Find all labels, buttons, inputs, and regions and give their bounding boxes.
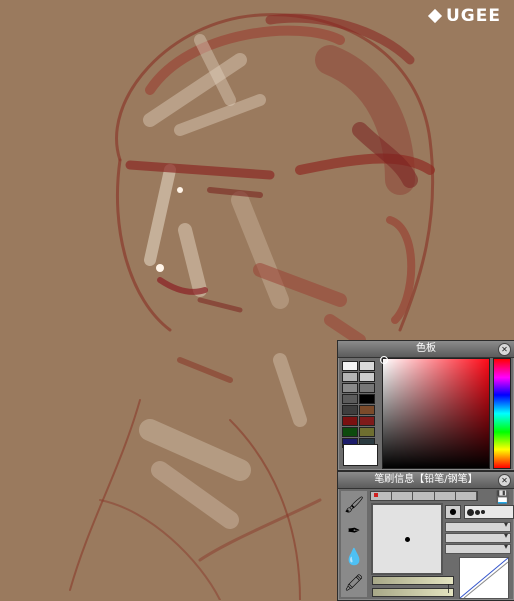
close-icon[interactable]: ✕ bbox=[498, 474, 511, 487]
current-color-swatch[interactable] bbox=[343, 444, 378, 466]
brush-panel-titlebar[interactable]: 笔刷信息【铅笔/钢笔】 ✕ bbox=[338, 472, 514, 489]
color-swatch[interactable] bbox=[342, 416, 358, 426]
color-swatch[interactable] bbox=[342, 394, 358, 404]
brush-info-panel: 笔刷信息【铅笔/钢笔】 ✕ 🖌 ✒ 💧 🖍 💾 ● bbox=[337, 471, 514, 601]
color-panel-title: 色板 bbox=[416, 343, 436, 354]
brush-tabs bbox=[370, 491, 478, 501]
close-icon[interactable]: ✕ bbox=[498, 343, 511, 356]
pressure-curve[interactable] bbox=[459, 557, 509, 599]
diamond-icon bbox=[427, 8, 443, 24]
tab-5[interactable] bbox=[456, 492, 478, 500]
marker-icon[interactable]: 🖍 bbox=[343, 571, 365, 593]
picker-marker[interactable] bbox=[380, 356, 388, 364]
tip-button[interactable]: ● bbox=[445, 505, 461, 519]
hue-slider[interactable] bbox=[493, 358, 511, 469]
tip-shape-medium[interactable] bbox=[475, 509, 480, 515]
color-swatch[interactable] bbox=[359, 427, 375, 437]
brush-dot bbox=[405, 537, 410, 542]
color-panel: 色板 ✕ bbox=[337, 340, 514, 471]
saturation-value-picker[interactable] bbox=[380, 356, 490, 469]
color-swatch[interactable] bbox=[342, 372, 358, 382]
ugee-logo: UGEE bbox=[427, 6, 501, 26]
brush-icon[interactable]: 🖌 bbox=[343, 493, 365, 515]
brush-dropdown-2[interactable] bbox=[445, 531, 511, 543]
tab-4[interactable] bbox=[435, 492, 456, 500]
color-swatch[interactable] bbox=[359, 394, 375, 404]
color-swatch[interactable] bbox=[359, 383, 375, 393]
save-icon[interactable]: 💾 bbox=[495, 490, 510, 504]
tip-shape-small[interactable] bbox=[481, 510, 485, 514]
color-swatch[interactable] bbox=[342, 427, 358, 437]
color-swatch[interactable] bbox=[359, 372, 375, 382]
tool-column: 🖌 ✒ 💧 🖍 bbox=[341, 491, 367, 597]
color-swatch[interactable] bbox=[342, 361, 358, 371]
brush-panel-title: 笔刷信息【铅笔/钢笔】 bbox=[374, 474, 478, 485]
brush-dropdown-1[interactable] bbox=[445, 520, 511, 532]
color-swatch[interactable] bbox=[342, 405, 358, 415]
tab-1[interactable] bbox=[371, 492, 393, 500]
tip-label: ● bbox=[449, 507, 457, 516]
color-swatch[interactable] bbox=[359, 416, 375, 426]
color-swatch[interactable] bbox=[342, 383, 358, 393]
brush-dropdown-3[interactable] bbox=[445, 542, 511, 554]
color-swatch[interactable] bbox=[359, 361, 375, 371]
logo-text: UGEE bbox=[446, 6, 501, 26]
color-panel-titlebar[interactable]: 色板 ✕ bbox=[338, 341, 514, 358]
size-slider[interactable] bbox=[372, 576, 454, 585]
swatch-grid bbox=[342, 361, 378, 448]
opacity-slider[interactable] bbox=[372, 584, 454, 597]
color-swatch[interactable] bbox=[359, 405, 375, 415]
tab-3[interactable] bbox=[413, 492, 435, 500]
airbrush-icon[interactable]: ✒ bbox=[343, 519, 365, 541]
brush-preview bbox=[371, 503, 443, 575]
water-drop-icon[interactable]: 💧 bbox=[343, 545, 365, 567]
tip-shape-selector[interactable] bbox=[464, 505, 514, 519]
tip-shape-large[interactable] bbox=[467, 508, 474, 516]
tab-2[interactable] bbox=[392, 492, 414, 500]
